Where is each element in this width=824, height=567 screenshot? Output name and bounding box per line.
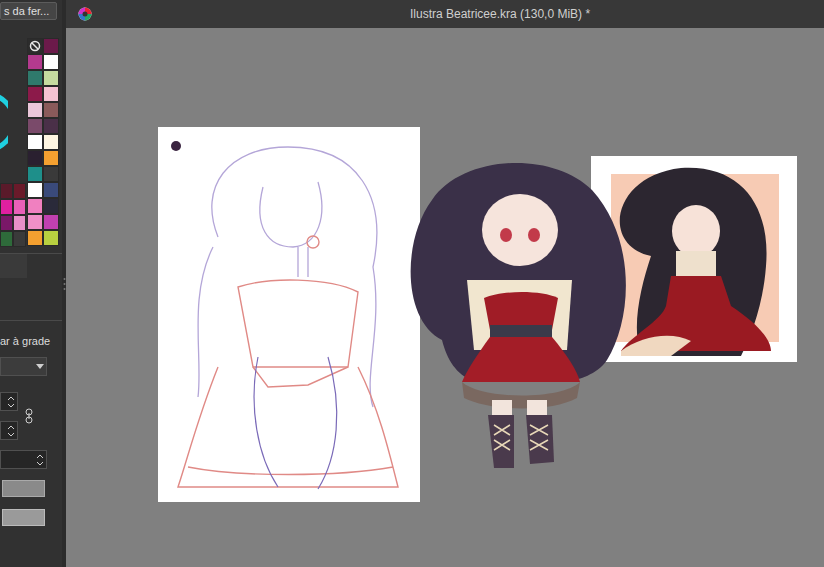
palette-swatch[interactable]: [0, 215, 13, 231]
palette-swatch[interactable]: [13, 183, 26, 199]
docker-tab-strip[interactable]: [0, 254, 27, 278]
palette-swatch[interactable]: [0, 183, 13, 199]
palette-swatch[interactable]: [27, 230, 43, 246]
palette-swatch[interactable]: [43, 150, 59, 166]
palette-swatch[interactable]: [43, 214, 59, 230]
palette-swatch[interactable]: [43, 86, 59, 102]
color-wheel-icon[interactable]: [0, 92, 8, 152]
palette-swatch[interactable]: [27, 182, 43, 198]
palette-swatch[interactable]: [0, 199, 13, 215]
palette-swatch[interactable]: [43, 182, 59, 198]
dropdown-arrow-icon: [36, 364, 44, 369]
palette-swatch[interactable]: [13, 231, 26, 247]
docker-tab[interactable]: s da fer...: [0, 2, 57, 20]
palette-swatch[interactable]: [27, 38, 43, 54]
palette-swatch[interactable]: [27, 198, 43, 214]
palette-swatch[interactable]: [13, 215, 26, 231]
palette-swatch[interactable]: [43, 70, 59, 86]
chibi-character-image: [402, 150, 642, 475]
palette-swatch[interactable]: [0, 231, 13, 247]
palette-swatch[interactable]: [27, 102, 43, 118]
palette-swatch[interactable]: [27, 118, 43, 134]
window-title: Ilustra Beatricee.kra (130,0 MiB) *: [410, 7, 590, 21]
canvas[interactable]: [66, 28, 824, 567]
sketch-image: [158, 127, 420, 502]
palette-swatch[interactable]: [27, 86, 43, 102]
palette-swatch[interactable]: [27, 70, 43, 86]
palette-swatch[interactable]: [27, 54, 43, 70]
palette-swatch[interactable]: [13, 199, 26, 215]
dropdown[interactable]: [0, 357, 47, 376]
palette-swatch[interactable]: [27, 214, 43, 230]
palette-docker: [0, 20, 62, 253]
spin-box[interactable]: [0, 392, 18, 411]
palette-swatch[interactable]: [43, 134, 59, 150]
palette-grid: [27, 38, 59, 246]
palette-swatch[interactable]: [27, 150, 43, 166]
small-palette-grid: [0, 183, 26, 247]
palette-swatch[interactable]: [27, 166, 43, 182]
spin-box[interactable]: [0, 421, 18, 440]
palette-swatch[interactable]: [43, 54, 59, 70]
spin-box[interactable]: [0, 450, 47, 469]
palette-swatch[interactable]: [43, 102, 59, 118]
palette-swatch[interactable]: [43, 166, 59, 182]
divider: [0, 320, 62, 321]
color-box[interactable]: [2, 480, 45, 497]
palette-swatch[interactable]: [43, 38, 59, 54]
left-docker: s da fer... ar à grade: [0, 0, 62, 567]
color-box[interactable]: [2, 509, 45, 526]
palette-swatch[interactable]: [43, 198, 59, 214]
krita-logo-icon: [78, 7, 92, 21]
tool-options: ar à grade: [0, 321, 62, 526]
palette-swatch[interactable]: [43, 230, 59, 246]
spin-arrows-icon[interactable]: [7, 395, 15, 409]
no-color-icon: [29, 40, 41, 52]
spin-arrows-icon[interactable]: [36, 453, 44, 467]
palette-swatch[interactable]: [27, 134, 43, 150]
title-bar: Ilustra Beatricee.kra (130,0 MiB) *: [66, 0, 824, 28]
chain-link-icon[interactable]: [24, 408, 34, 424]
spin-arrows-icon[interactable]: [7, 424, 15, 438]
grid-option-label: ar à grade: [0, 333, 62, 349]
palette-swatch[interactable]: [43, 118, 59, 134]
